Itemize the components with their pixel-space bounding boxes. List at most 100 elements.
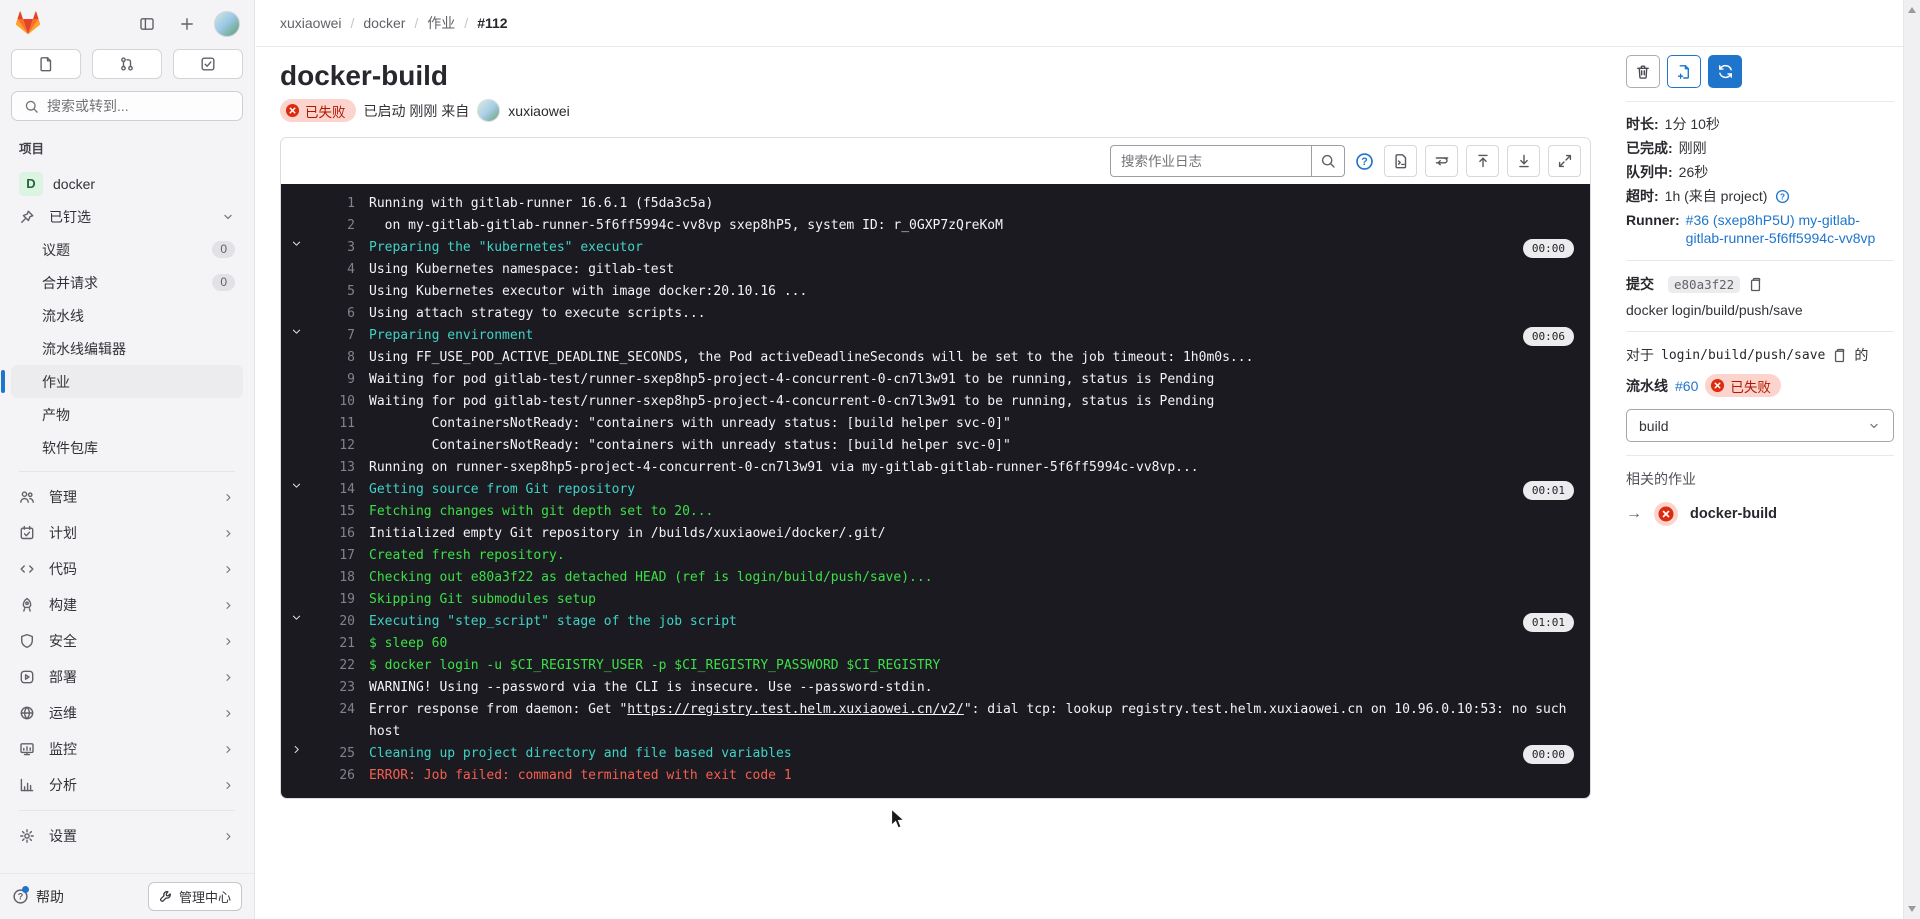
sidebar-section-分析[interactable]: 分析 (11, 767, 243, 803)
log-section-header[interactable]: Executing "step_script" stage of the job… (369, 611, 1511, 633)
pipeline-ref[interactable]: login/build/push/save (1661, 348, 1825, 363)
log-help-icon[interactable]: ? (1355, 152, 1374, 171)
log-search-input[interactable] (1110, 145, 1311, 177)
section-chevron-down-icon[interactable] (291, 611, 315, 633)
section-chevron-down-icon[interactable] (291, 325, 315, 347)
log-line-number[interactable]: 18 (315, 567, 355, 589)
section-chevron-down-icon[interactable] (291, 479, 315, 501)
sidebar-item-pinned[interactable]: 已钉选 (11, 200, 243, 233)
log-url-link[interactable]: https://registry.test.helm.xuxiaowei.cn/… (627, 702, 964, 717)
sidebar-item-软件包库[interactable]: 软件包库 (11, 431, 243, 464)
retry-job-button[interactable] (1708, 55, 1742, 88)
log-line-number[interactable]: 3 (315, 237, 355, 259)
sidebar-item-流水线编辑器[interactable]: 流水线编辑器 (11, 332, 243, 365)
log-line-number[interactable]: 11 (315, 413, 355, 435)
chevron-right-icon (222, 599, 235, 612)
log-section-header[interactable]: Preparing environment (369, 325, 1511, 347)
breadcrumb-user[interactable]: xuxiaowei (280, 15, 341, 31)
sidebar-item-流水线[interactable]: 流水线 (11, 299, 243, 332)
global-search[interactable]: 搜索或转到... (11, 91, 243, 121)
log-line-number[interactable]: 8 (315, 347, 355, 369)
log-section-header[interactable]: Preparing the "kubernetes" executor (369, 237, 1511, 259)
log-line-number[interactable]: 4 (315, 259, 355, 281)
sidebar-item-project-docker[interactable]: D docker (11, 167, 243, 200)
sidebar-section-代码[interactable]: 代码 (11, 551, 243, 587)
log-line-number[interactable]: 17 (315, 545, 355, 567)
help-question-icon[interactable]: ? (1775, 189, 1790, 204)
log-search-button[interactable] (1311, 145, 1345, 177)
pipeline-number-link[interactable]: #60 (1675, 378, 1698, 394)
log-line-number[interactable]: 24 (315, 699, 355, 743)
new-issue-button[interactable] (1667, 55, 1701, 88)
sidebar-section-安全[interactable]: 安全 (11, 623, 243, 659)
related-job-item[interactable]: → docker-build (1626, 502, 1894, 526)
breadcrumb-project[interactable]: docker (363, 15, 405, 31)
copy-ref-icon[interactable] (1832, 348, 1847, 363)
log-line-number[interactable]: 21 (315, 633, 355, 655)
sidebar-section-监控[interactable]: 监控 (11, 731, 243, 767)
copy-commit-icon[interactable] (1748, 277, 1763, 292)
log-line-number[interactable]: 15 (315, 501, 355, 523)
log-line-number[interactable]: 9 (315, 369, 355, 391)
log-line-number[interactable]: 23 (315, 677, 355, 699)
log-line-number[interactable]: 22 (315, 655, 355, 677)
sidebar-section-计划[interactable]: 计划 (11, 515, 243, 551)
wrap-lines-button[interactable] (1425, 145, 1458, 177)
log-line-number[interactable]: 14 (315, 479, 355, 501)
todos-shortcut-button[interactable] (173, 49, 243, 79)
commit-message[interactable]: docker login/build/push/save (1626, 302, 1894, 318)
log-line-number[interactable]: 13 (315, 457, 355, 479)
scrollbar-down-arrow[interactable] (1908, 906, 1916, 912)
breadcrumb-jobs[interactable]: 作业 (427, 13, 455, 33)
log-line-number[interactable]: 25 (315, 743, 355, 765)
issues-shortcut-button[interactable] (11, 49, 81, 79)
log-line-number[interactable]: 10 (315, 391, 355, 413)
page-scrollbar[interactable] (1903, 0, 1920, 919)
log-line-number[interactable]: 1 (315, 193, 355, 215)
log-line-number[interactable]: 26 (315, 765, 355, 787)
help-menu[interactable]: ? 帮助 (12, 886, 64, 907)
commit-sha[interactable]: e80a3f22 (1668, 275, 1741, 293)
log-section-header[interactable]: Cleaning up project directory and file b… (369, 743, 1511, 765)
trigger-user-name[interactable]: xuxiaowei (508, 103, 569, 119)
search-icon (25, 100, 38, 113)
scrollbar-up-arrow[interactable] (1908, 7, 1916, 13)
raw-log-button[interactable] (1384, 145, 1417, 177)
breadcrumb-job-id[interactable]: #112 (477, 15, 507, 31)
trigger-user-avatar[interactable] (477, 99, 501, 122)
log-section-header[interactable]: Getting source from Git repository (369, 479, 1511, 501)
sidebar-section-运维[interactable]: 运维 (11, 695, 243, 731)
log-line-number[interactable]: 12 (315, 435, 355, 457)
status-badge[interactable]: 已失败 (280, 99, 356, 122)
sidebar-section-构建[interactable]: 构建 (11, 587, 243, 623)
sidebar-section-部署[interactable]: 部署 (11, 659, 243, 695)
sidebar-section-设置[interactable]: 设置 (11, 818, 243, 854)
log-line-number[interactable]: 16 (315, 523, 355, 545)
scroll-to-top-button[interactable] (1466, 145, 1499, 177)
section-chevron-right-icon[interactable] (291, 743, 315, 765)
stage-dropdown[interactable]: build (1626, 409, 1894, 442)
pipeline-status-badge[interactable]: 已失败 (1705, 374, 1781, 397)
merge-requests-shortcut-button[interactable] (92, 49, 162, 79)
sidebar-item-议题[interactable]: 议题 0 (11, 233, 243, 266)
log-line-number[interactable]: 19 (315, 589, 355, 611)
sidebar-item-合并请求[interactable]: 合并请求 0 (11, 266, 243, 299)
log-line-number[interactable]: 5 (315, 281, 355, 303)
log-line-number[interactable]: 2 (315, 215, 355, 237)
scroll-to-bottom-button[interactable] (1507, 145, 1540, 177)
sidebar-item-作业[interactable]: 作业 (1, 365, 243, 398)
log-line-number[interactable]: 20 (315, 611, 355, 633)
create-new-icon[interactable] (174, 11, 200, 37)
log-line-number[interactable]: 7 (315, 325, 355, 347)
erase-job-log-button[interactable] (1626, 55, 1660, 88)
user-avatar[interactable] (214, 10, 240, 37)
section-chevron-down-icon[interactable] (291, 237, 315, 259)
sidebar-toggle-icon[interactable] (134, 11, 160, 37)
detail-value[interactable]: #36 (sxep8hP5U) my-gitlab-gitlab-runner-… (1686, 211, 1894, 247)
fullscreen-button[interactable] (1548, 145, 1581, 177)
sidebar-item-产物[interactable]: 产物 (11, 398, 243, 431)
log-line-number[interactable]: 6 (315, 303, 355, 325)
admin-area-button[interactable]: 管理中心 (147, 882, 242, 911)
gitlab-logo[interactable] (14, 10, 42, 37)
sidebar-section-管理[interactable]: 管理 (11, 479, 243, 515)
